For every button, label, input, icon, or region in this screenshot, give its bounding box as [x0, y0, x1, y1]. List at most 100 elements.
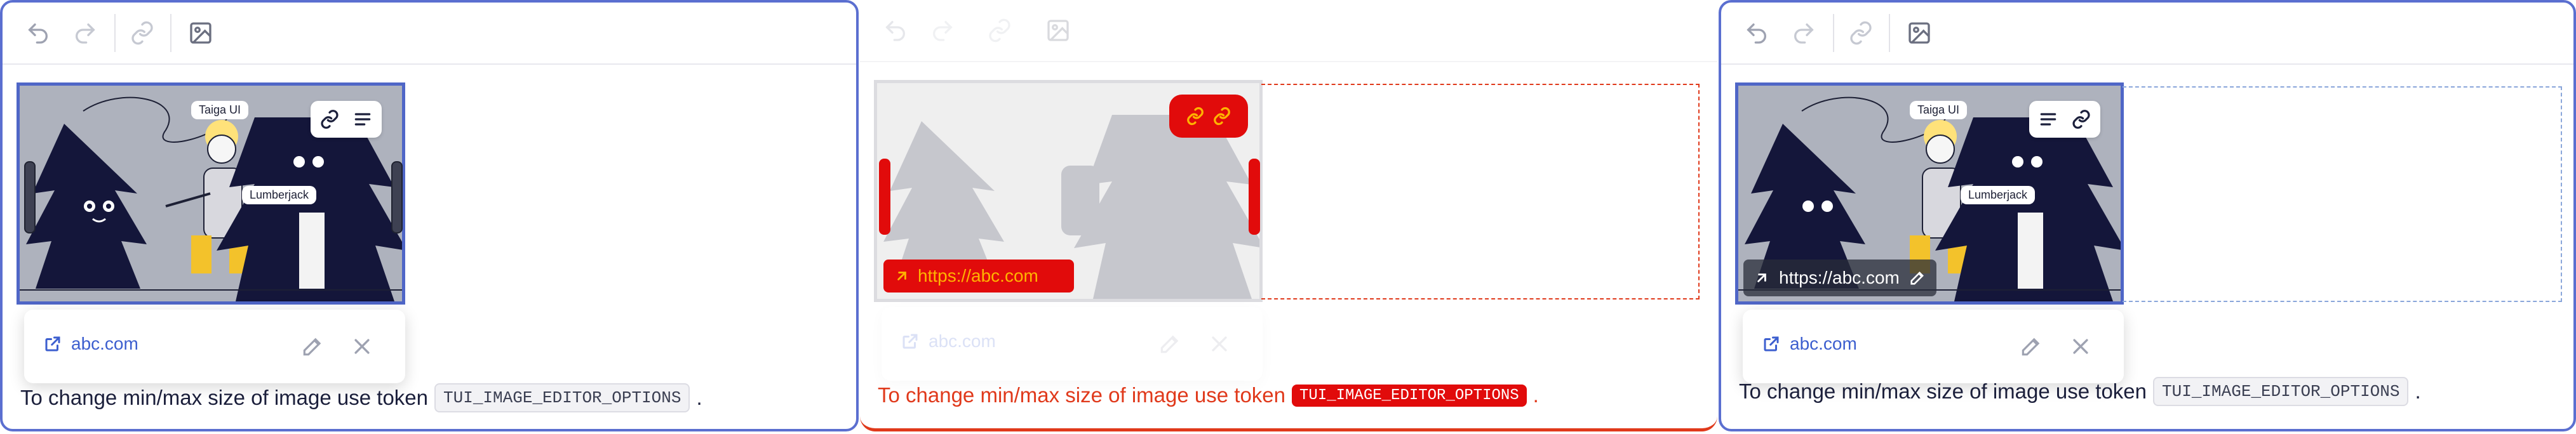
- image-container[interactable]: Taiga UI Lumberjack: [17, 82, 405, 305]
- arrow-up-right-icon: [897, 272, 906, 280]
- caption-suffix: .: [1533, 383, 1539, 407]
- pencil-icon[interactable]: [1909, 269, 1926, 287]
- pencil-icon: [2022, 338, 2040, 356]
- editor-panel-1: Taiga UI Lumberjack abc.com To change mi…: [0, 0, 859, 431]
- caption-paragraph: To change min/max size of image use toke…: [1739, 377, 2421, 406]
- link-preview[interactable]: abc.com: [901, 331, 996, 352]
- align-icon: [354, 113, 371, 126]
- external-link-icon: [902, 334, 918, 349]
- image-link-bar[interactable]: https://abc.com: [1743, 260, 1936, 296]
- align-icon: [2040, 113, 2056, 126]
- caption-suffix: .: [2415, 379, 2421, 403]
- link-icon: [989, 18, 1010, 43]
- arrow-up-right-icon: [1757, 273, 1766, 282]
- image-icon: [1047, 20, 1069, 41]
- toolbar-divider: [1833, 14, 1834, 52]
- caption-paragraph: To change min/max size of image use toke…: [20, 383, 702, 412]
- undo-button[interactable]: [22, 16, 55, 49]
- insert-image-button[interactable]: [1042, 14, 1075, 47]
- link-icon: [2072, 110, 2090, 129]
- token-code: TUI_IMAGE_EDITOR_OPTIONS: [1292, 384, 1527, 407]
- image-container[interactable]: Taiga UI Lumberjack https://abc.com: [1735, 82, 2124, 305]
- resize-handle-right[interactable]: [391, 161, 403, 233]
- image-link-url: https://abc.com: [1779, 268, 1900, 287]
- redo-button[interactable]: [1787, 16, 1820, 49]
- image-link-url: https://abc.com: [918, 266, 1038, 286]
- caption-text: To change min/max size of image use toke…: [20, 386, 429, 409]
- insert-image-button[interactable]: [184, 16, 217, 49]
- image-toolbar: [2029, 101, 2100, 138]
- caption-text: To change min/max size of image use toke…: [1739, 379, 2147, 403]
- editor-panel-3: Taiga UI Lumberjack https://abc.com abc.…: [1719, 0, 2576, 431]
- undo-button[interactable]: [879, 14, 912, 47]
- image-link-button[interactable]: [317, 107, 342, 132]
- image-align-button[interactable]: [350, 107, 375, 132]
- image-align-button[interactable]: [2036, 107, 2061, 132]
- caption-suffix: .: [696, 386, 702, 409]
- link-icon: [1214, 107, 1230, 126]
- image-link-button[interactable]: [2069, 107, 2094, 132]
- link-preview-popup: abc.com: [24, 310, 405, 383]
- link-icon: [321, 110, 339, 129]
- link-icon: [1187, 107, 1204, 126]
- redo-icon: [1794, 23, 1814, 44]
- editor-toolbar: [3, 3, 856, 65]
- editor-toolbar: [1721, 3, 2573, 65]
- image-link-highlight[interactable]: https://abc.com: [883, 260, 1074, 293]
- pencil-icon: [303, 338, 321, 356]
- remove-link-button[interactable]: [2064, 330, 2097, 363]
- token-code: TUI_IMAGE_EDITOR_OPTIONS: [434, 383, 690, 412]
- remove-link-button[interactable]: [1203, 327, 1236, 360]
- tag-lumberjack: Lumberjack: [1961, 186, 2036, 204]
- tag-lumberjack: Lumberjack: [242, 186, 317, 204]
- redo-icon: [933, 21, 953, 41]
- edit-link-button[interactable]: [1153, 327, 1186, 360]
- image-toolbar-highlight: [1169, 95, 1248, 138]
- undo-icon: [28, 23, 48, 44]
- close-icon: [1212, 336, 1227, 352]
- image-icon: [1909, 22, 1930, 44]
- editor-toolbar-faded: [860, 0, 1717, 62]
- caption-text: To change min/max size of image use toke…: [878, 383, 1286, 407]
- undo-icon: [885, 21, 905, 41]
- resize-handle-left[interactable]: [24, 161, 36, 233]
- tag-taiga: Taiga UI: [191, 101, 249, 119]
- toolbar-divider: [114, 14, 116, 52]
- link-preview-url: abc.com: [1790, 334, 1857, 353]
- undo-icon: [1747, 23, 1766, 44]
- image-icon: [190, 22, 211, 44]
- image-container-faded[interactable]: https://abc.com: [874, 80, 1263, 302]
- link-icon: [1850, 21, 1872, 45]
- external-link-icon: [45, 336, 60, 352]
- resize-handle-right-highlight[interactable]: [1249, 159, 1260, 235]
- redo-button[interactable]: [926, 14, 959, 47]
- link-icon: [131, 21, 153, 45]
- editor-panel-diff: https://abc.com abc.com To change min/ma…: [860, 0, 1717, 431]
- caption-paragraph-diff: To change min/max size of image use toke…: [878, 383, 1539, 407]
- link-button[interactable]: [983, 14, 1016, 47]
- redo-button[interactable]: [69, 16, 102, 49]
- redo-icon: [76, 23, 95, 44]
- resize-area: [2123, 86, 2562, 302]
- link-preview-url: abc.com: [929, 331, 996, 351]
- pencil-icon: [1160, 335, 1179, 353]
- link-preview[interactable]: abc.com: [1762, 334, 1857, 354]
- link-preview-url: abc.com: [71, 334, 138, 353]
- toolbar-divider: [1889, 14, 1890, 52]
- link-preview[interactable]: abc.com: [43, 334, 138, 354]
- link-preview-popup: abc.com: [1743, 310, 2124, 383]
- close-icon: [2073, 339, 2088, 354]
- link-button[interactable]: [1844, 16, 1877, 49]
- edit-link-button[interactable]: [2015, 330, 2048, 363]
- close-icon: [354, 339, 370, 354]
- resize-handle-left-highlight[interactable]: [879, 159, 890, 235]
- remove-link-button[interactable]: [345, 330, 379, 363]
- resize-area-highlight: [1261, 84, 1700, 299]
- undo-button[interactable]: [1740, 16, 1773, 49]
- edit-link-button[interactable]: [296, 330, 329, 363]
- link-button[interactable]: [126, 16, 159, 49]
- toolbar-divider: [170, 14, 171, 52]
- token-code: TUI_IMAGE_EDITOR_OPTIONS: [2153, 377, 2409, 406]
- insert-image-button[interactable]: [1903, 16, 1936, 49]
- image-toolbar: [311, 101, 382, 138]
